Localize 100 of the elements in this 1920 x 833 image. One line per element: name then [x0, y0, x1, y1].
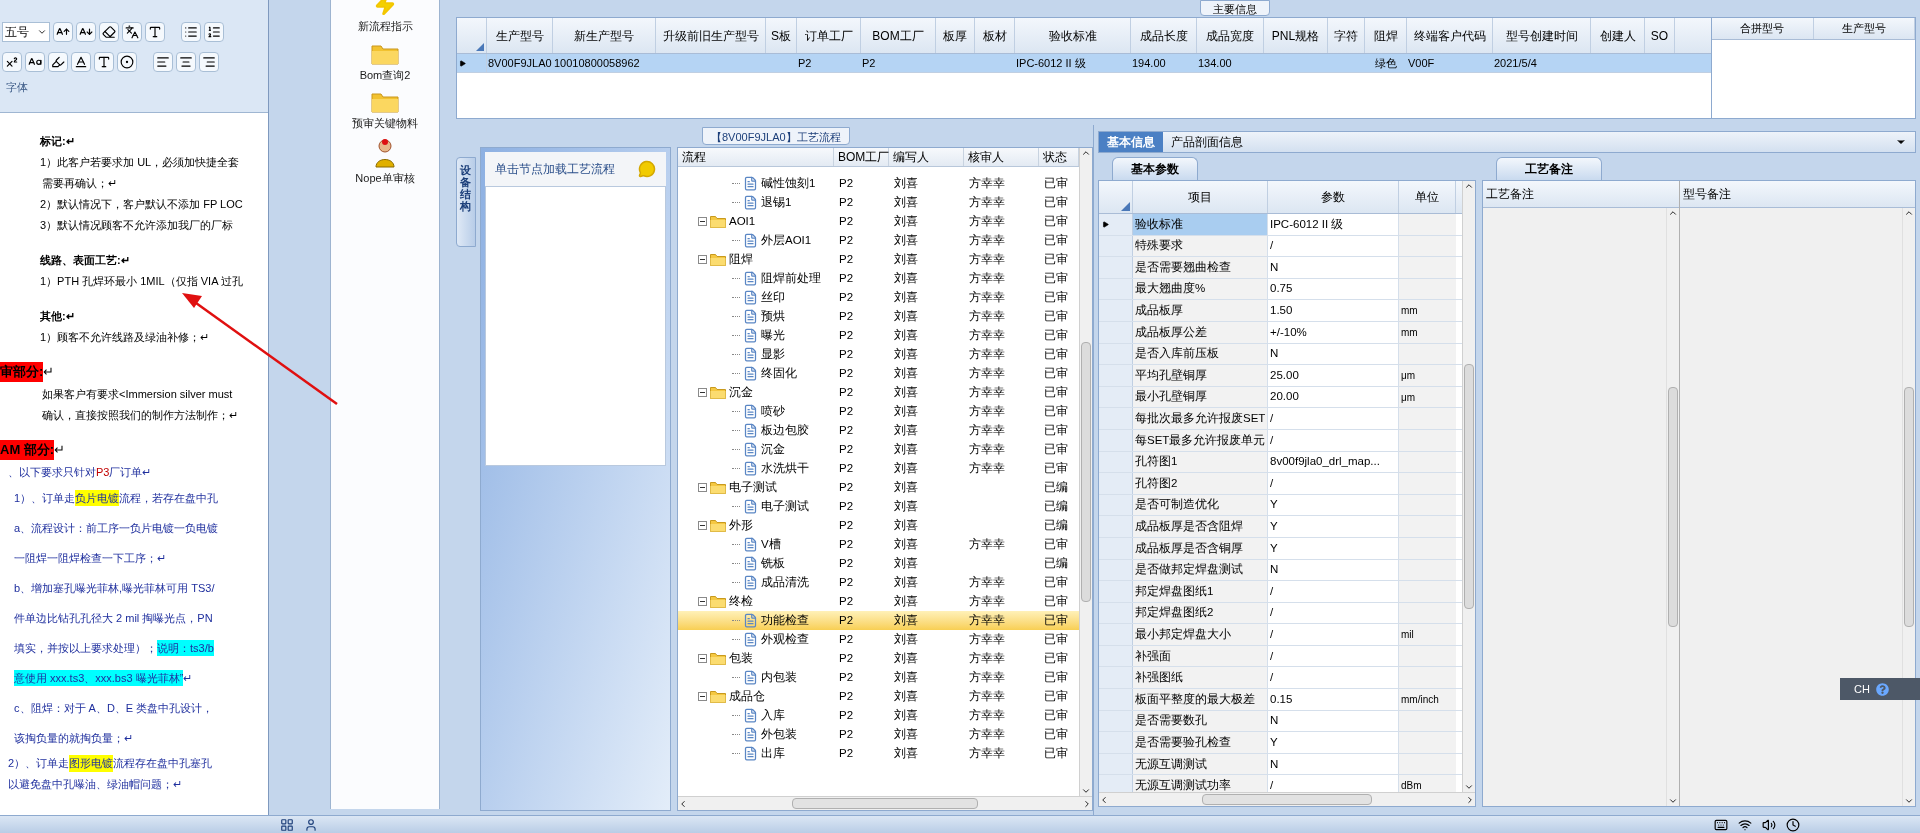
column-header[interactable]: 型号创建时间 [1493, 18, 1591, 53]
align-left-icon[interactable] [153, 52, 173, 72]
table-row[interactable]: 成品板厚 1.50 mm [1099, 300, 1462, 322]
help-icon[interactable] [1875, 682, 1889, 696]
scroll-up-icon[interactable] [1668, 208, 1678, 218]
tree-row[interactable]: 终检 P2 刘喜 方幸幸 已审 [678, 592, 1079, 611]
sub-tab[interactable]: 工艺备注 [1496, 157, 1602, 180]
eraser-icon[interactable] [99, 22, 119, 42]
scroll-up-icon[interactable] [1081, 148, 1091, 158]
column-header[interactable]: 板厚 [936, 18, 975, 53]
column-header[interactable]: 新生产型号 [553, 18, 656, 53]
caret-icon[interactable] [37, 27, 47, 37]
column-header[interactable]: 验收标准 [1015, 18, 1131, 53]
collapse-icon[interactable] [698, 483, 707, 492]
user-icon[interactable] [304, 817, 318, 832]
column-header[interactable]: 升级前旧生产型号 [656, 18, 766, 53]
scroll-down-icon[interactable] [1464, 782, 1474, 792]
tree-row[interactable]: 喷砂 P2 刘喜 方幸幸 已审 [678, 402, 1079, 421]
tree-row[interactable]: 入库 P2 刘喜 方幸幸 已审 [678, 706, 1079, 725]
table-row[interactable]: 是否做邦定焊盘测试 N [1099, 559, 1462, 582]
tree-row[interactable]: 电子测试 P2 刘喜 已编 [678, 478, 1079, 497]
scroll-right-icon[interactable] [1465, 794, 1475, 805]
font-color-icon[interactable] [71, 52, 91, 72]
column-header[interactable]: SO [1645, 18, 1675, 53]
column-header[interactable]: PNL规格 [1264, 18, 1328, 53]
table-row[interactable]: 是否可制造优化 Y [1099, 494, 1462, 517]
tab[interactable]: 基本信息 [1099, 132, 1163, 152]
table-row[interactable]: 成品板厚公差 +/-10% mm [1099, 321, 1462, 344]
column-header[interactable]: 字符 [1328, 18, 1365, 53]
tree-row[interactable]: AOI1 P2 刘喜 方幸幸 已审 [678, 212, 1079, 231]
tree-row[interactable]: 板边包胶 P2 刘喜 方幸幸 已审 [678, 421, 1079, 440]
column-header[interactable]: 订单工厂 [797, 18, 861, 53]
tree-row[interactable]: 退锡1 P2 刘喜 方幸幸 已审 [678, 193, 1079, 212]
speaker-icon[interactable] [1762, 817, 1776, 832]
column-header[interactable]: 合拼型号 [1712, 18, 1814, 39]
tree-row[interactable]: 外观检查 P2 刘喜 方幸幸 已审 [678, 630, 1079, 649]
column-header[interactable]: 工艺备注 [1483, 181, 1679, 208]
collapse-icon[interactable] [698, 692, 707, 701]
tree-row[interactable]: 沉金 P2 刘喜 方幸幸 已审 [678, 383, 1079, 402]
table-row[interactable]: 补强面 / [1099, 645, 1462, 668]
tree-row[interactable]: 沉金 P2 刘喜 方幸幸 已审 [678, 440, 1079, 459]
column-header[interactable]: 核审人 [964, 148, 1039, 166]
table-row[interactable]: 是否需要数孔 N [1099, 710, 1462, 733]
tree-row[interactable]: 电子测试 P2 刘喜 已编 [678, 497, 1079, 516]
table-row[interactable]: 孔符图1 8v00f9jla0_drl_map... [1099, 451, 1462, 474]
table-row[interactable]: 是否需要翘曲检查 N [1099, 257, 1462, 279]
table-row[interactable]: 平均孔壁铜厚 25.00 μm [1099, 365, 1462, 387]
table-row[interactable]: 是否需要验孔检查 Y [1099, 732, 1462, 754]
numbered-list-icon[interactable] [204, 22, 224, 42]
shrink-font-icon[interactable] [76, 22, 96, 42]
tree-row[interactable]: 铣板 P2 刘喜 已编 [678, 554, 1079, 573]
column-header[interactable]: 创建人 [1591, 18, 1645, 53]
tree-row[interactable]: 成品仓 P2 刘喜 方幸幸 已审 [678, 687, 1079, 706]
language-bar[interactable]: CH [1840, 678, 1920, 700]
tab[interactable]: 产品剖面信息 [1163, 132, 1251, 152]
table-row[interactable]: 最小邦定焊盘大小 / mil [1099, 624, 1462, 646]
table-row[interactable]: 特殊要求 / [1099, 235, 1462, 258]
table-row[interactable]: 是否入库前压板 N [1099, 343, 1462, 366]
column-header[interactable]: S板 [766, 18, 797, 53]
table-row[interactable]: 最小孔壁铜厚 20.00 μm [1099, 386, 1462, 409]
superscript-icon[interactable] [2, 52, 22, 72]
grow-font-icon[interactable] [53, 22, 73, 42]
table-row[interactable]: 无源互调测试 N [1099, 753, 1462, 776]
scroll-right-icon[interactable] [1082, 798, 1092, 809]
column-header[interactable]: BOM工厂 [834, 148, 889, 166]
font-size-dropdown[interactable]: 五号 [2, 22, 50, 42]
grid-icon[interactable] [280, 817, 294, 832]
collapse-icon[interactable] [698, 388, 707, 397]
tree-row[interactable]: 终固化 P2 刘喜 方幸幸 已审 [678, 364, 1079, 383]
highlighter-icon[interactable] [48, 52, 68, 72]
table-row[interactable]: 板面平整度的最大极差 0.15 mm/inch [1099, 689, 1462, 711]
tree-row[interactable]: 丝印 P2 刘喜 方幸幸 已审 [678, 288, 1079, 307]
column-header[interactable]: 成品长度 [1131, 18, 1197, 53]
table-row[interactable]: 8V00F9JLA0 10010800058962 P2 P2 IPC-6012 II 级 194.00 134.00 绿色 V00F 2021/5/4 [457, 54, 1711, 73]
table-row[interactable]: 成品板厚是否含阻焊 Y [1099, 516, 1462, 538]
sub-tab[interactable]: 基本参数 [1112, 157, 1198, 180]
enclose-icon[interactable] [117, 52, 137, 72]
tree-row[interactable]: 出库 P2 刘喜 方幸幸 已审 [678, 744, 1079, 763]
column-header[interactable]: 单位 [1399, 181, 1456, 213]
collapse-icon[interactable] [698, 597, 707, 606]
toolbar-item[interactable]: 预审关键物料 [352, 89, 418, 132]
tree-row[interactable]: 曝光 P2 刘喜 方幸幸 已审 [678, 326, 1079, 345]
toolbar-item[interactable]: Nope单审核 [355, 137, 415, 186]
column-header[interactable]: 生产型号 [1813, 18, 1915, 39]
column-header[interactable]: 项目 [1133, 181, 1268, 213]
tree-row[interactable]: 预烘 P2 刘喜 方幸幸 已审 [678, 307, 1079, 326]
collapse-icon[interactable] [698, 521, 707, 530]
tree-row[interactable]: 外包装 P2 刘喜 方幸幸 已审 [678, 725, 1079, 744]
table-row[interactable]: 邦定焊盘图纸1 / [1099, 581, 1462, 603]
tree-row[interactable]: 内包装 P2 刘喜 方幸幸 已审 [678, 668, 1079, 687]
align-center-icon[interactable] [176, 52, 196, 72]
side-tab[interactable]: 设备结构 [456, 157, 476, 247]
tree-row[interactable]: 阻焊 P2 刘喜 方幸幸 已审 [678, 250, 1079, 269]
table-row[interactable]: 验收标准 IPC-6012 II 级 [1099, 214, 1462, 236]
tree-row[interactable]: 显影 P2 刘喜 方幸幸 已审 [678, 345, 1079, 364]
scroll-left-icon[interactable] [678, 798, 688, 809]
tree-row[interactable]: 成品清洗 P2 刘喜 方幸幸 已审 [678, 573, 1079, 592]
tree-row[interactable]: V槽 P2 刘喜 方幸幸 已审 [678, 535, 1079, 554]
table-row[interactable]: 成品板厚是否含铜厚 Y [1099, 537, 1462, 560]
network-icon[interactable] [1738, 817, 1752, 832]
